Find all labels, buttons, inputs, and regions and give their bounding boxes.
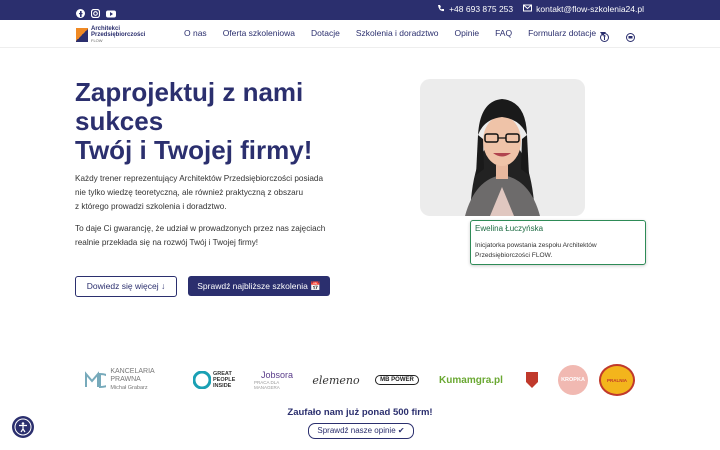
youtube-icon[interactable] xyxy=(106,5,116,18)
check-trainings-button[interactable]: Sprawdź najbliższe szkolenia 📅 xyxy=(188,276,330,296)
magda-logo-mark xyxy=(526,372,538,388)
partner-logo-elemeno: elemeno xyxy=(312,373,360,387)
hero-paragraph-2: To daje Ci gwarancję, że udział w prowad… xyxy=(75,222,355,250)
social-links xyxy=(76,5,116,19)
hero-p1-line3: z którego prowadzi szkolenia i doradztwo… xyxy=(75,202,227,211)
partner-logo-kancelaria: KANCELARIA PRAWNA Michał Grabarz xyxy=(84,362,176,398)
hero-p2-line1: To daje Ci gwarancję, że udział w prowad… xyxy=(75,224,326,233)
email-text: kontakt@flow-szkolenia24.pl xyxy=(536,4,644,14)
top-bar: +48 693 875 253 kontakt@flow-szkolenia24… xyxy=(0,0,720,20)
partner-name-jobsora: Jobsora xyxy=(260,370,294,380)
hero-title-line3: Twój i Twojej firmy! xyxy=(75,135,313,165)
main-navigation: Architekci Przedsiębiorczości FLOW O nas… xyxy=(0,20,720,48)
person-name: Ewelina Łuczyńska xyxy=(475,224,544,233)
nav-item-formularz-label: Formularz dotacje xyxy=(528,28,597,38)
hero-p1-line1: Każdy trener reprezentujący Architektów … xyxy=(75,174,324,183)
mail-icon xyxy=(523,4,533,14)
partner-logo-pralnia: PRALNIA xyxy=(598,362,636,398)
accessibility-widget-icon xyxy=(14,418,32,436)
check-opinions-button[interactable]: Sprawdź nasze opinie ✔ xyxy=(308,423,414,439)
facebook-icon[interactable] xyxy=(76,5,85,18)
logo-sub: FLOW xyxy=(91,38,103,43)
partner-name-pralnia: PRALNIA xyxy=(599,364,635,396)
cart-icon[interactable] xyxy=(626,29,635,42)
hero-paragraph-1: Każdy trener reprezentujący Architektów … xyxy=(75,172,355,214)
phone-icon xyxy=(437,4,445,14)
logo-text: Architekci Przedsiębiorczości FLOW xyxy=(91,26,145,44)
accessibility-icon[interactable] xyxy=(600,29,609,42)
nav-item-opinie[interactable]: Opinie xyxy=(455,28,480,38)
menu: O nas Oferta szkoleniowa Dotacje Szkolen… xyxy=(184,28,622,38)
phone-link[interactable]: +48 693 875 253 xyxy=(437,4,513,14)
partner-logo-kumamgra: Kumamgra.pl xyxy=(439,374,503,386)
partner-name-kancelaria: KANCELARIA PRAWNA xyxy=(110,368,155,383)
learn-more-button[interactable]: Dowiedz się więcej ↓ xyxy=(75,276,177,297)
instagram-icon[interactable] xyxy=(90,5,101,19)
nav-item-szkolenia[interactable]: Szkolenia i doradztwo xyxy=(356,28,439,38)
logo-mark xyxy=(76,28,88,42)
trust-text: Zaufało nam już ponad 500 firm! xyxy=(287,407,433,418)
partner-sub-kancelaria: Michał Grabarz xyxy=(110,385,148,391)
partner-sub-jobsora: PRACA DLA MANAGERA xyxy=(254,380,280,390)
person-card: Ewelina Łuczyńska Inicjatorka powstania … xyxy=(470,220,646,265)
gpi-logo-mark xyxy=(193,371,211,389)
hero-p2-line2: realnie przekłada się na rozwój Twój i T… xyxy=(75,238,259,247)
person-photo xyxy=(420,79,585,216)
accessibility-widget-button[interactable] xyxy=(12,416,34,438)
person-illustration xyxy=(465,99,540,216)
hero-title-line2: sukces xyxy=(75,106,164,136)
partner-logo-mbpower: MB POWER xyxy=(372,362,422,398)
nav-item-formularz[interactable]: Formularz dotacje xyxy=(528,28,607,38)
md-logo-mark xyxy=(85,371,107,389)
contact-info: +48 693 875 253 kontakt@flow-szkolenia24… xyxy=(437,4,644,14)
hero-title: Zaprojektuj z nami sukces Twój i Twojej … xyxy=(75,78,375,165)
nav-item-oferta[interactable]: Oferta szkoleniowa xyxy=(223,28,295,38)
hero-title-line1: Zaprojektuj z nami xyxy=(75,77,304,107)
partner-logo-kropka: KROPKA xyxy=(556,362,590,398)
partner-logo-jobsora: Jobsora PRACA DLA MANAGERA xyxy=(254,362,300,398)
nav-item-o-nas[interactable]: O nas xyxy=(184,28,207,38)
partner-name-mbpower: MB POWER xyxy=(375,375,419,385)
email-link[interactable]: kontakt@flow-szkolenia24.pl xyxy=(523,4,644,14)
hero-p1-line2: nie tylko wiedzę teoretyczną, ale równie… xyxy=(75,188,303,197)
partner-name-gpi: GREAT PEOPLE INSIDE xyxy=(213,371,236,389)
logo[interactable]: Architekci Przedsiębiorczości FLOW xyxy=(76,26,145,44)
phone-text: +48 693 875 253 xyxy=(449,4,514,14)
nav-item-dotacje[interactable]: Dotacje xyxy=(311,28,340,38)
partner-name-kropka: KROPKA xyxy=(558,365,588,395)
person-description: Inicjatorka powstania zespołu Architektó… xyxy=(475,242,597,259)
partner-logos: KANCELARIA PRAWNA Michał Grabarz GREAT P… xyxy=(84,362,640,398)
nav-item-faq[interactable]: FAQ xyxy=(495,28,512,38)
partner-logo-magda xyxy=(522,362,542,398)
partner-logo-gpi: GREAT PEOPLE INSIDE xyxy=(192,362,242,398)
